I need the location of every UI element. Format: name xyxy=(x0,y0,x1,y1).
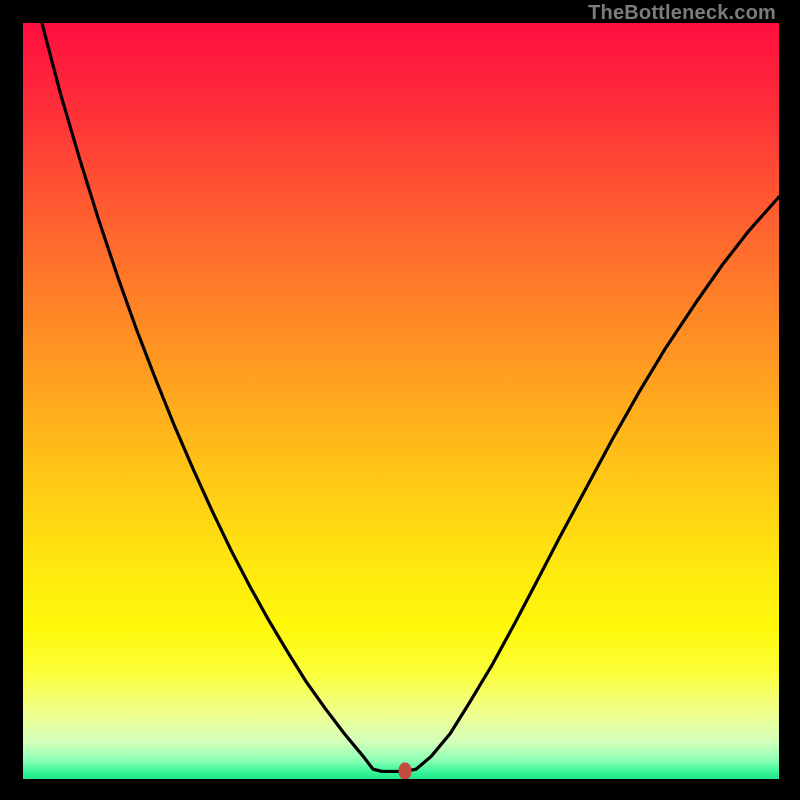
plot-area xyxy=(23,23,779,779)
watermark-text: TheBottleneck.com xyxy=(588,2,776,25)
bottleneck-curve xyxy=(23,23,779,779)
optimal-point-marker xyxy=(398,763,411,779)
outer-frame: TheBottleneck.com xyxy=(0,0,800,800)
